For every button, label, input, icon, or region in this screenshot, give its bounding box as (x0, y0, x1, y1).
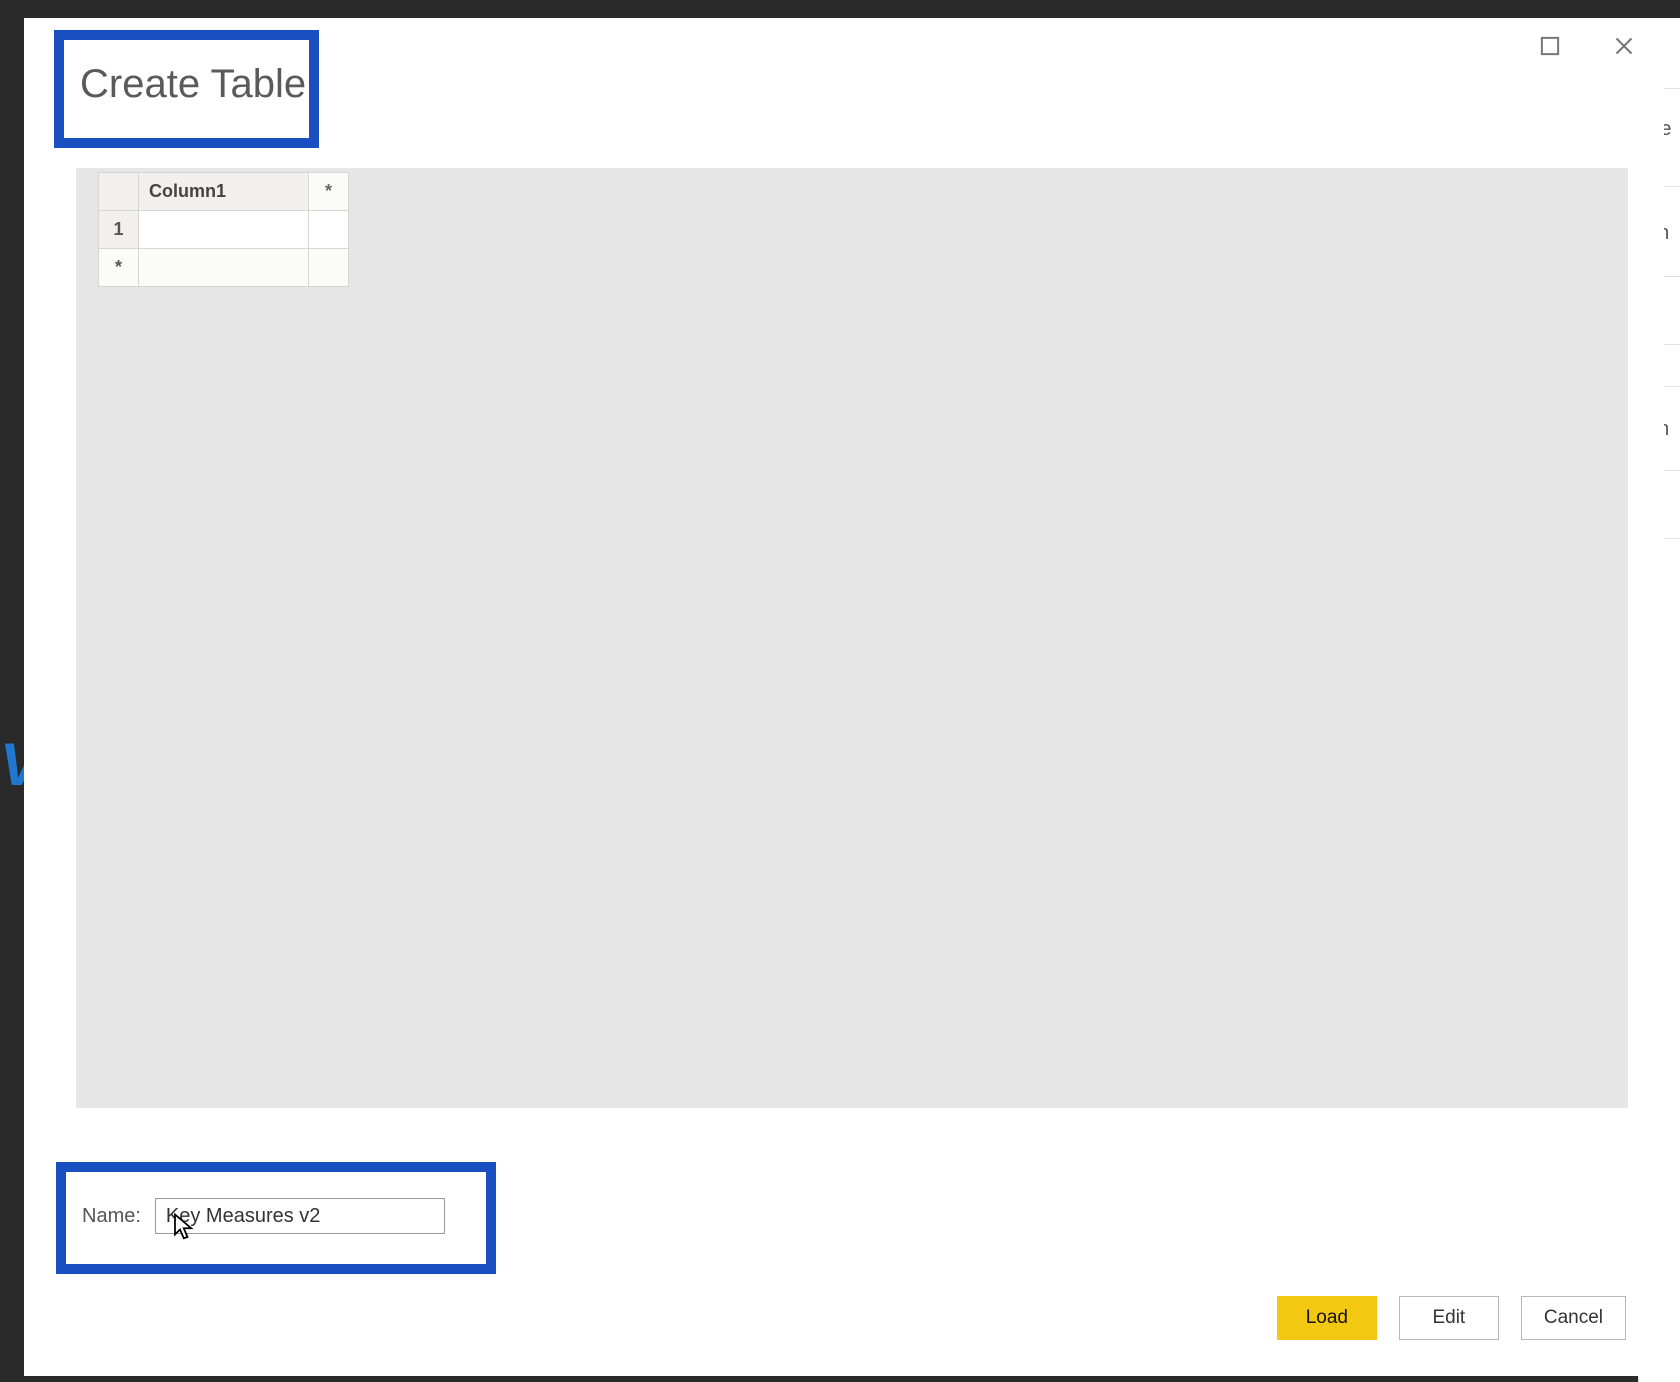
app-background: ilt Se on A on A V Cre (0, 0, 1680, 1382)
grid-add-column[interactable]: * (309, 173, 349, 211)
close-icon (1614, 36, 1634, 56)
load-button[interactable]: Load (1277, 1296, 1377, 1340)
grid-add-row-cell[interactable] (139, 249, 309, 287)
name-label: Name: (82, 1205, 141, 1228)
name-row: Name: (82, 1198, 445, 1234)
dialog-footer: Load Edit Cancel (1277, 1296, 1626, 1340)
edit-button[interactable]: Edit (1399, 1296, 1499, 1340)
maximize-icon (1540, 36, 1560, 56)
grid-row-header[interactable]: 1 (99, 211, 139, 249)
window-controls (1530, 26, 1644, 66)
grid-add-row-cell[interactable] (309, 249, 349, 287)
cancel-button[interactable]: Cancel (1521, 1296, 1626, 1340)
bg-left-sliver: V (0, 730, 24, 810)
data-grid-area: Column1 * 1 * (76, 168, 1628, 1108)
name-input[interactable] (155, 1198, 445, 1234)
topbar-strip (0, 0, 1680, 18)
grid-corner-cell[interactable] (99, 173, 139, 211)
grid-cell-padding[interactable] (309, 211, 349, 249)
data-grid[interactable]: Column1 * 1 * (98, 172, 349, 287)
maximize-button[interactable] (1530, 26, 1570, 66)
grid-column-header[interactable]: Column1 (139, 173, 309, 211)
grid-add-row-marker[interactable]: * (99, 249, 139, 287)
grid-cell[interactable] (139, 211, 309, 249)
close-button[interactable] (1604, 26, 1644, 66)
grid-data-row: 1 (99, 211, 349, 249)
grid-add-row: * (99, 249, 349, 287)
create-table-dialog: Create Table Column1 * 1 * (24, 18, 1664, 1376)
grid-header-row: Column1 * (99, 173, 349, 211)
dialog-title: Create Table (80, 62, 306, 107)
